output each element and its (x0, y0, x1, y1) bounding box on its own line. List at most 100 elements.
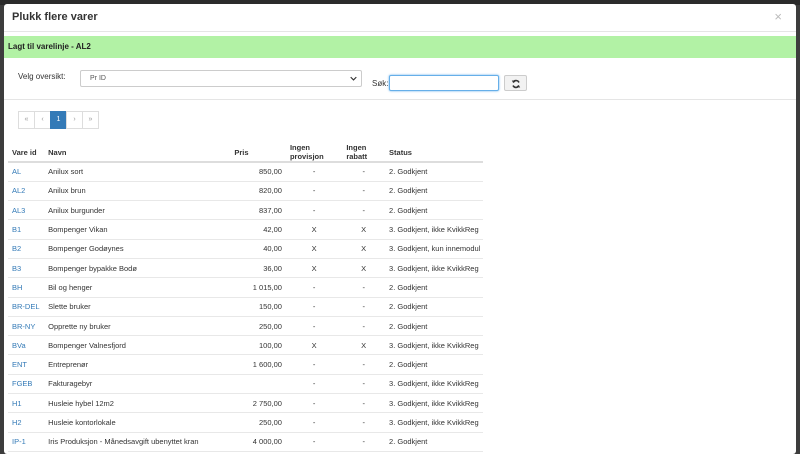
refresh-icon (511, 79, 521, 89)
pagination-first[interactable]: « (18, 111, 35, 129)
table-row[interactable]: BH Bil og henger 1 015,00- -2. Godkjent (8, 277, 483, 298)
item-price: 1 015,00 (222, 277, 286, 298)
item-id-link[interactable]: ENT (12, 360, 27, 369)
item-price: 250,00 (222, 316, 286, 337)
modal-header: Plukk flere varer × (4, 4, 796, 32)
pagination-prev[interactable]: ‹ (34, 111, 51, 129)
overview-select[interactable]: Pr ID (80, 70, 362, 87)
header-id[interactable]: Vare id (8, 143, 45, 163)
search-input[interactable] (389, 75, 499, 91)
header-no-commission[interactable]: Ingen provisjon (285, 143, 343, 163)
header-status[interactable]: Status (385, 143, 483, 163)
item-status: 2. Godkjent (385, 297, 483, 317)
table-row[interactable]: IP-1 Iris Produksjon - Månedsavgift ubeny… (8, 432, 483, 452)
item-no-discount: - (342, 432, 386, 452)
item-id-link[interactable]: FGEB (12, 379, 32, 388)
item-no-discount: - (342, 354, 386, 375)
item-id-link-cell: FGEB (8, 374, 45, 395)
item-no-discount: - (342, 393, 386, 414)
item-no-commission: - (285, 297, 343, 317)
table-row[interactable]: B3 Bompenger bypakke Bodø 36,00 X X 3. Godkje… (8, 258, 483, 279)
item-id-link[interactable]: B2 (12, 244, 21, 253)
item-id-link-cell: AL (8, 162, 45, 182)
table-row[interactable]: ENT Entreprenør 1 600,00- -2. Godkjent (8, 354, 483, 375)
table-row[interactable]: H2 Husleie kontorlokale 250,00- -3. Godkjen… (8, 412, 483, 433)
item-no-discount: X (342, 239, 386, 259)
overview-label: Velg oversikt: (18, 72, 66, 81)
success-alert: Lagt til varelinje - AL2 (4, 36, 796, 58)
item-status: 3. Godkjent, ikke KvikkReg (385, 412, 483, 433)
modal-title: Plukk flere varer (12, 11, 98, 23)
item-no-commission: - (285, 162, 343, 182)
item-no-discount: - (342, 277, 386, 298)
table-row[interactable]: BR-NY Opprette ny bruker 250,00- -2. Godkje… (8, 316, 483, 337)
item-id-link-cell: IP-1 (8, 432, 45, 452)
item-id-link[interactable]: BR-NY (12, 322, 35, 331)
table-row[interactable]: BVa Bompenger Valnesfjord 100,00 X X 3. Godkj… (8, 335, 483, 356)
item-price: 150,00 (222, 297, 286, 317)
item-id-link[interactable]: BR-DEL (12, 302, 40, 311)
overview-selected-value: Pr ID (90, 75, 106, 82)
item-no-commission: X (285, 258, 343, 279)
item-status: 3. Godkjent, ikke KvikkReg (385, 335, 483, 356)
item-name: Bompenger bypakke Bodø (44, 258, 223, 279)
header-name[interactable]: Navn (44, 143, 223, 163)
item-id-link[interactable]: IP-1 (12, 437, 26, 446)
item-id-link-cell: B1 (8, 219, 45, 240)
item-no-commission: - (285, 393, 343, 414)
item-id-link-cell: BR-DEL (8, 297, 45, 317)
item-id-link[interactable]: B1 (12, 225, 21, 234)
item-price: 2 750,00 (222, 393, 286, 414)
close-button[interactable]: × (774, 9, 782, 24)
item-id-link-cell: H1 (8, 393, 45, 414)
item-price: 250,00 (222, 412, 286, 433)
item-price: 36,00 (222, 258, 286, 279)
item-status: 3. Godkjent, kun innemodul (385, 239, 483, 259)
item-name: Bompenger Valnesfjord (44, 335, 223, 356)
item-price: 837,00 (222, 200, 286, 221)
pagination-next[interactable]: › (66, 111, 83, 129)
table-row[interactable]: B1 Bompenger Vikan 42,00 X X 3. Godkjent, ikk… (8, 219, 483, 240)
item-price: 42,00 (222, 219, 286, 240)
table-row[interactable]: FGEB Fakturagebyr - -3. Godkjent, ikke Kvik… (8, 374, 483, 395)
item-id-link[interactable]: AL (12, 167, 21, 176)
item-id-link[interactable]: H2 (12, 418, 22, 427)
item-name: Entreprenør (44, 354, 223, 375)
item-no-commission: - (285, 277, 343, 298)
item-no-discount: - (342, 162, 386, 182)
item-id-link-cell: B2 (8, 239, 45, 259)
item-id-link[interactable]: B3 (12, 264, 21, 273)
item-price: 1 600,00 (222, 354, 286, 375)
table-row[interactable]: BR-DEL Slette bruker 150,00- -2. Godkjent (8, 297, 483, 317)
item-id-link[interactable]: BH (12, 283, 22, 292)
refresh-button[interactable] (504, 75, 527, 91)
pagination-last[interactable]: » (82, 111, 99, 129)
item-status: 2. Godkjent (385, 162, 483, 182)
item-no-commission: - (285, 200, 343, 221)
pagination-page-1[interactable]: 1 (50, 111, 67, 129)
item-status: 2. Godkjent (385, 432, 483, 452)
item-id-link[interactable]: H1 (12, 399, 22, 408)
table-row[interactable]: AL3 Anilux burgunder 837,00- -2. Godkjent (8, 200, 483, 221)
item-id-link[interactable]: BVa (12, 341, 26, 350)
item-no-discount: X (342, 219, 386, 240)
item-id-link[interactable]: AL2 (12, 186, 25, 195)
table-row[interactable]: B2 Bompenger Godøynes 40,00 X X 3. Godkjent, … (8, 239, 483, 259)
item-no-commission: - (285, 412, 343, 433)
header-price[interactable]: Pris (222, 143, 286, 163)
item-name: Bompenger Vikan (44, 219, 223, 240)
item-no-commission: X (285, 239, 343, 259)
table-row[interactable]: H1 Husleie hybel 12m2 2 750,00- -3. Godkjen… (8, 393, 483, 414)
item-no-discount: - (342, 297, 386, 317)
item-no-commission: - (285, 354, 343, 375)
table-row[interactable]: AL2 Anilux brun 820,00- -2. Godkjent (8, 181, 483, 202)
header-no-discount[interactable]: Ingen rabatt (342, 143, 386, 163)
item-name: Bompenger Godøynes (44, 239, 223, 259)
item-name: Husleie hybel 12m2 (44, 393, 223, 414)
item-price: 40,00 (222, 239, 286, 259)
pick-items-modal: Plukk flere varer × Lagt til varelinje -… (4, 4, 796, 454)
item-id-link-cell: BR-NY (8, 316, 45, 337)
table-row[interactable]: AL Anilux sort 850,00- -2. Godkjent (8, 162, 483, 182)
item-name: Bil og henger (44, 277, 223, 298)
item-id-link[interactable]: AL3 (12, 206, 25, 215)
